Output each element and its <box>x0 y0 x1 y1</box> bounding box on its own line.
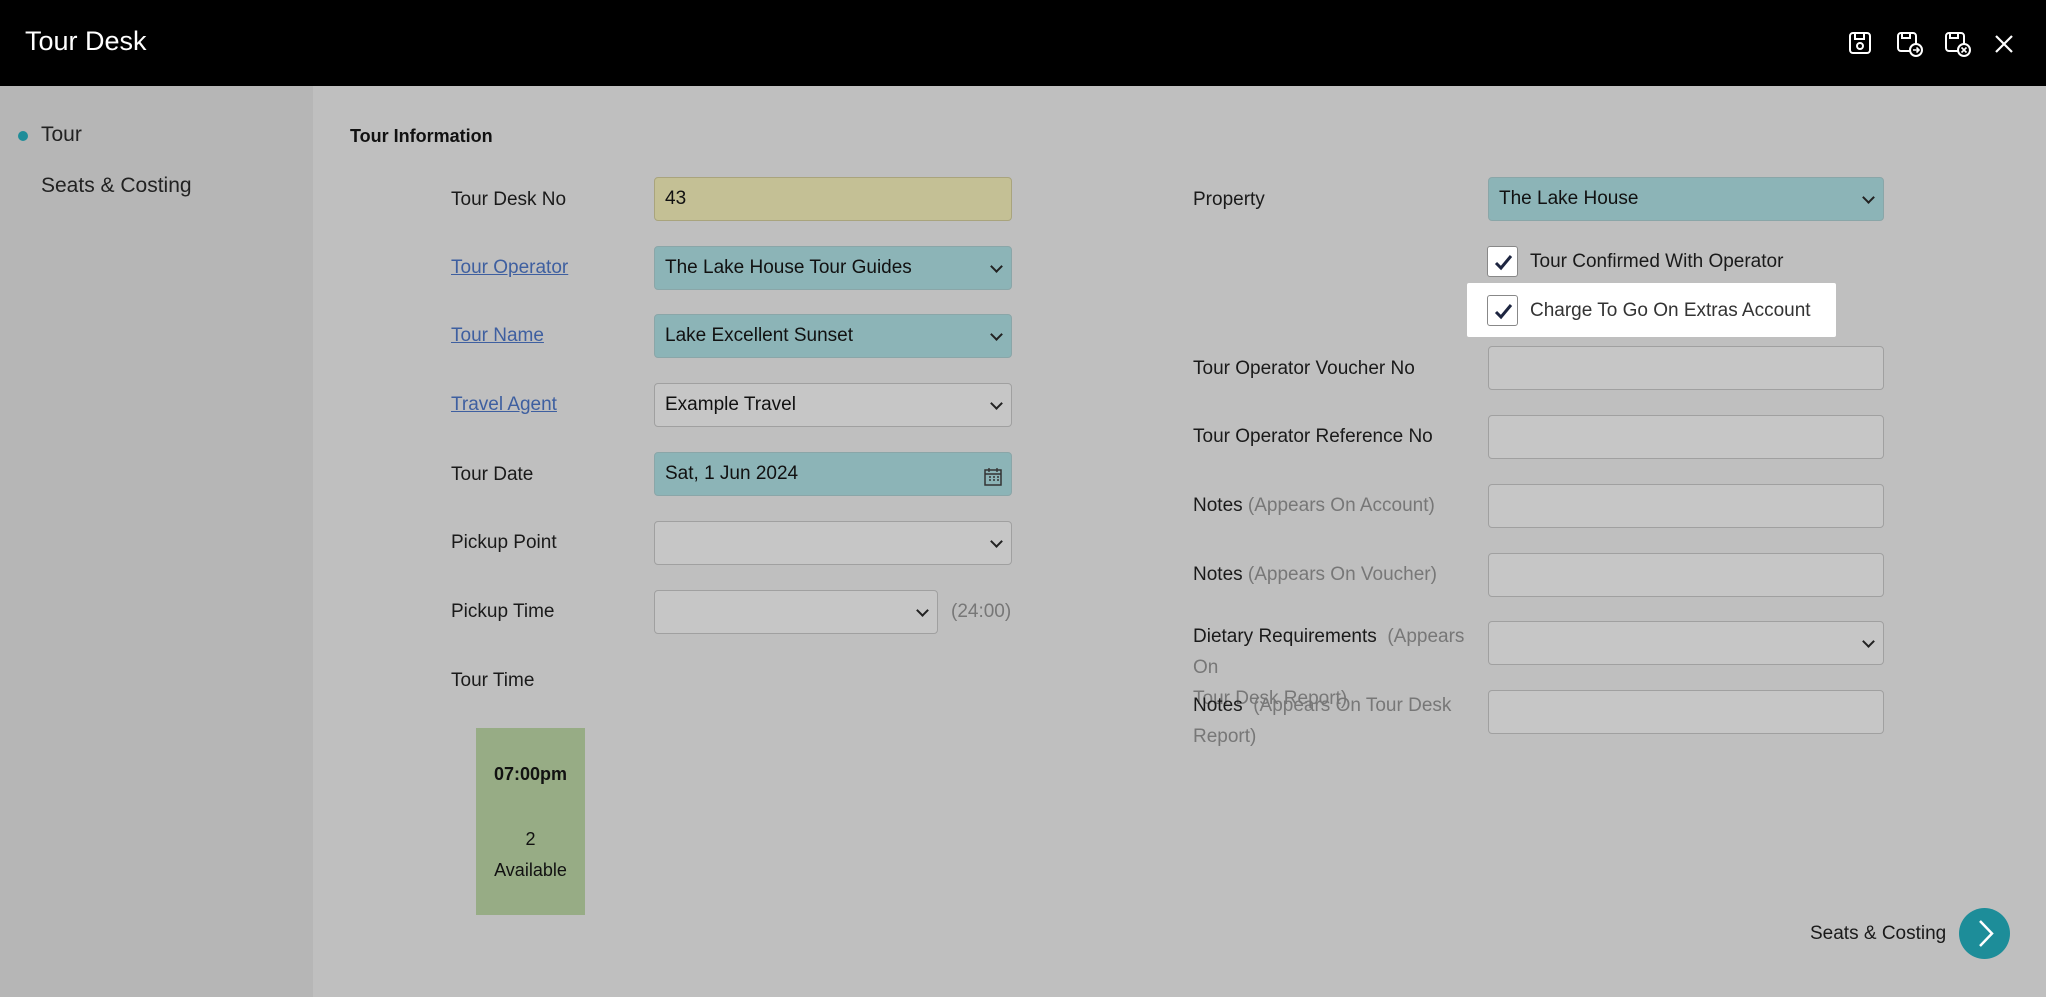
travel-agent-select[interactable]: Example Travel <box>654 383 1012 427</box>
tour-name-select[interactable]: Lake Excellent Sunset <box>654 314 1012 358</box>
notes-voucher-input[interactable] <box>1488 553 1884 597</box>
notes-account-label-text: Notes <box>1193 495 1243 516</box>
chevron-right-icon <box>1979 920 1994 947</box>
chevron-down-icon <box>916 604 929 617</box>
travel-agent-value: Example Travel <box>665 394 796 415</box>
voucher-no-input[interactable] <box>1488 346 1884 390</box>
sidebar-item-seats-costing[interactable]: Seats & Costing <box>41 174 192 198</box>
tour-desk-no-label: Tour Desk No <box>451 189 567 210</box>
notes-voucher-label-text: Notes <box>1193 564 1243 585</box>
checkmark-icon <box>1494 304 1513 320</box>
chevron-down-icon <box>990 260 1003 273</box>
save-and-close-icon[interactable] <box>1941 28 1973 60</box>
voucher-no-label: Tour Operator Voucher No <box>1193 358 1415 379</box>
tour-desk-no-value: 43 <box>665 188 687 209</box>
notes-voucher-hint: (Appears On Voucher) <box>1247 564 1437 585</box>
dietary-label-text: Dietary Requirements <box>1193 626 1377 647</box>
notes-report-input[interactable] <box>1488 690 1884 734</box>
pickup-time-hint: (24:00) <box>951 601 1012 622</box>
save-and-new-icon[interactable] <box>1893 28 1925 60</box>
pickup-time-select[interactable] <box>654 590 938 634</box>
travel-agent-link[interactable]: Travel Agent <box>451 389 557 420</box>
notes-report-hint-2: Report) <box>1193 726 1257 747</box>
pickup-point-label: Pickup Point <box>451 532 557 553</box>
next-section-label[interactable]: Seats & Costing <box>1810 918 1946 949</box>
active-indicator-icon <box>18 131 28 141</box>
sidebar-item-tour[interactable]: Tour <box>41 123 82 147</box>
notes-account-input[interactable] <box>1488 484 1884 528</box>
notes-report-label-text: Notes <box>1193 695 1243 716</box>
tour-slot-status: Available <box>494 860 567 880</box>
dietary-select[interactable] <box>1488 621 1884 665</box>
tour-slot-count: 2 <box>525 829 536 849</box>
notes-account-label: Notes (Appears On Account) <box>1193 490 1435 521</box>
window-title: Tour Desk <box>25 26 147 56</box>
title-bar: Tour Desk <box>0 0 2046 86</box>
tour-operator-select[interactable]: The Lake House Tour Guides <box>654 246 1012 290</box>
close-icon[interactable] <box>1988 28 2020 60</box>
chevron-down-icon <box>990 328 1003 341</box>
chevron-down-icon <box>990 535 1003 548</box>
chevron-down-icon <box>1862 635 1875 648</box>
property-label: Property <box>1193 189 1265 210</box>
property-value: The Lake House <box>1499 188 1639 209</box>
pickup-point-select[interactable] <box>654 521 1012 565</box>
section-title: Tour Information <box>350 126 493 146</box>
tour-date-input[interactable]: Sat, 1 Jun 2024 <box>654 452 1012 496</box>
tour-time-slot[interactable]: 07:00pm 2 Available <box>476 728 585 915</box>
notes-voucher-label: Notes (Appears On Voucher) <box>1193 559 1437 590</box>
save-icon[interactable] <box>1845 28 1877 60</box>
tour-confirmed-label: Tour Confirmed With Operator <box>1530 251 1784 272</box>
tour-name-link[interactable]: Tour Name <box>451 320 544 351</box>
tour-date-label: Tour Date <box>451 464 534 485</box>
sidebar <box>0 86 313 997</box>
chevron-down-icon <box>1862 191 1875 204</box>
reference-no-label: Tour Operator Reference No <box>1193 426 1433 447</box>
next-section-button[interactable] <box>1959 908 2010 959</box>
notes-report-label: Notes (Appears On Tour Desk Report) <box>1193 690 1485 752</box>
pickup-time-label: Pickup Time <box>451 601 555 622</box>
tour-slot-time: 07:00pm <box>493 764 568 784</box>
tour-time-label: Tour Time <box>451 670 535 691</box>
chevron-down-icon <box>990 397 1003 410</box>
charge-extras-label: Charge To Go On Extras Account <box>1530 300 1811 321</box>
notes-account-hint: (Appears On Account) <box>1247 495 1435 516</box>
notes-report-hint: (Appears On Tour Desk <box>1253 695 1452 716</box>
charge-extras-checkbox[interactable] <box>1487 295 1518 326</box>
tour-operator-link[interactable]: Tour Operator <box>451 252 568 283</box>
property-select[interactable]: The Lake House <box>1488 177 1884 221</box>
calendar-icon[interactable] <box>983 461 1003 486</box>
tour-date-value: Sat, 1 Jun 2024 <box>665 463 799 484</box>
checkmark-icon <box>1494 255 1513 271</box>
tour-desk-no-field: 43 <box>654 177 1012 221</box>
tour-operator-value: The Lake House Tour Guides <box>665 257 912 278</box>
reference-no-input[interactable] <box>1488 415 1884 459</box>
tour-confirmed-checkbox[interactable] <box>1487 246 1518 277</box>
tour-name-value: Lake Excellent Sunset <box>665 325 854 346</box>
